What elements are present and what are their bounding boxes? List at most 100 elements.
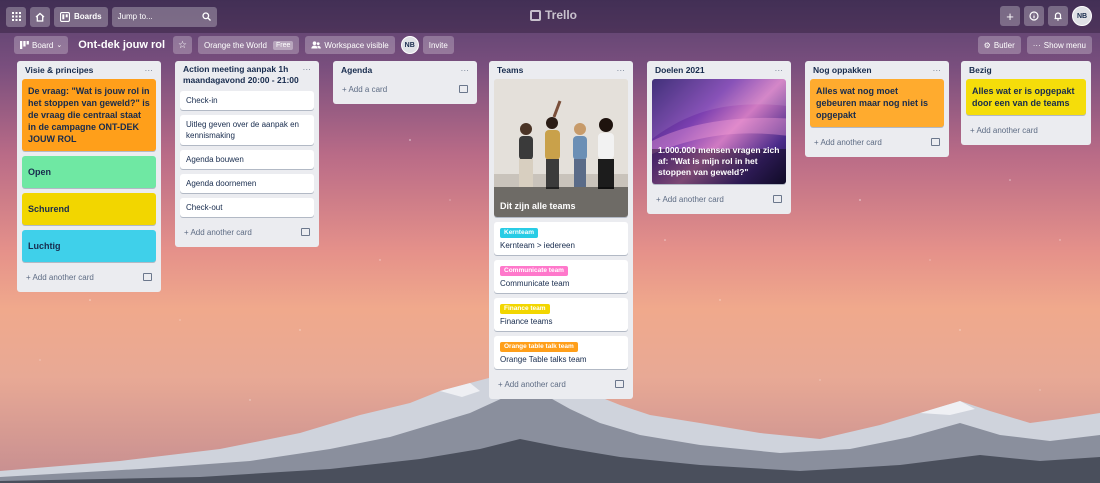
info-button[interactable] [1024,6,1044,26]
list-header[interactable]: Bezig [966,61,1086,79]
card-label: Orange table talk team [500,342,578,352]
list-card[interactable]: Finance team Finance teams [494,298,628,331]
list-card[interactable]: Schurend [22,193,156,225]
show-menu-button[interactable]: ··· Show menu [1026,36,1092,54]
list-header[interactable]: Action meeting aanpak 1h maandagavond 20… [180,61,314,91]
list-card[interactable]: Open [22,156,156,188]
board-title[interactable]: Ont-dek jouw rol [78,39,165,51]
board-view-switcher[interactable]: Board ⌄ [14,36,69,54]
list-card[interactable]: Check-in [180,91,314,110]
visibility-label: Workspace visible [324,40,389,50]
list-title: Nog oppakken [813,65,872,75]
home-button[interactable] [30,6,50,27]
card-label: Communicate team [500,266,568,276]
card-title: Open [28,167,52,177]
card-template-icon[interactable] [459,85,468,93]
star-icon: ☆ [178,39,187,51]
card-title: Finance teams [500,317,553,326]
cover-card[interactable]: Dit zijn alle teams [494,79,628,217]
card-title: Alles wat nog moet gebeuren maar nog nie… [816,86,929,120]
add-card-row[interactable]: + Add another card [22,267,156,287]
bell-icon [1054,12,1062,21]
add-card-row[interactable]: + Add another card [180,222,314,242]
list-card[interactable]: Agenda bouwen [180,150,314,169]
visibility-button[interactable]: Workspace visible [305,36,395,54]
list-card[interactable]: Check-out [180,198,314,217]
list-header[interactable]: Visie & principes ··· [22,61,156,79]
search-placeholder: Jump to... [117,12,153,21]
butler-label: Butler [993,40,1015,50]
list-header[interactable]: Nog oppakken ··· [810,61,944,79]
list-visie-principes: Visie & principes ··· De vraag: "Wat is … [17,61,161,292]
card-template-icon[interactable] [301,228,310,236]
invite-button[interactable]: Invite [422,36,454,54]
card-title: Alles wat er is opgepakt door een van de… [972,86,1075,108]
chevron-down-icon: ⌄ [56,42,63,49]
jump-to-search[interactable]: Jump to... [111,6,217,27]
member-initials: NB [404,41,415,49]
butler-button[interactable]: ⚙ Butler [977,36,1021,54]
plus-icon: + [1006,8,1014,24]
workspace-button[interactable]: Orange the World Free [197,36,300,54]
trello-logo-icon [530,9,541,21]
card-title: Agenda doornemen [186,179,257,188]
avatar-initials: NB [1076,12,1088,20]
card-template-icon[interactable] [615,380,624,388]
list-header[interactable]: Doelen 2021 ··· [652,61,786,79]
list-menu-icon[interactable]: ··· [933,65,942,75]
home-icon [35,12,45,22]
cover-card[interactable]: 1.000.000 mensen vragen zich af: "Wat is… [652,79,786,184]
invite-label: Invite [428,40,448,50]
card-template-icon[interactable] [931,138,940,146]
apps-grid-button[interactable] [6,6,26,27]
list-card[interactable]: Alles wat er is opgepakt door een van de… [966,79,1086,115]
topbar-right-actions: + NB [1000,6,1092,26]
grid-icon [11,12,21,21]
add-card-row[interactable]: + Add a card [338,79,472,99]
board-view-icon [20,41,29,49]
card-template-icon[interactable] [773,195,782,203]
list-menu-icon[interactable]: ··· [145,65,154,75]
boards-icon [60,11,70,22]
list-header[interactable]: Agenda ··· [338,61,472,79]
notifications-button[interactable] [1048,6,1068,26]
list-title: Doelen 2021 [655,65,705,75]
board-header-right: ⚙ Butler ··· Show menu [977,36,1092,54]
boards-label: Boards [74,12,102,21]
list-card[interactable]: Alles wat nog moet gebeuren maar nog nie… [810,79,944,127]
list-doelen-2021: Doelen 2021 ··· 1.000.000 mensen vragen … [647,61,791,214]
top-navigation-bar: Boards Jump to... Trello + NB [0,0,1100,33]
list-title: Teams [497,65,524,75]
card-template-icon[interactable] [143,273,152,281]
list-card[interactable]: Agenda doornemen [180,174,314,193]
create-button[interactable]: + [1000,6,1020,26]
list-card[interactable]: De vraag: "Wat is jouw rol in het stoppe… [22,79,156,151]
list-menu-icon[interactable]: ··· [461,65,470,75]
card-title: Orange Table talks team [500,355,587,364]
boards-button[interactable]: Boards [54,6,108,27]
list-card[interactable]: Orange table talk team Orange Table talk… [494,336,628,369]
list-menu-icon[interactable]: ··· [617,65,626,75]
workspace-plan-badge: Free [272,40,294,50]
search-icon [201,12,211,21]
user-avatar[interactable]: NB [1072,6,1092,26]
butler-icon: ⚙ [983,40,991,50]
board-member-avatar[interactable]: NB [400,36,419,54]
add-card-row[interactable]: + Add another card [966,120,1086,140]
list-header[interactable]: Teams ··· [494,61,628,79]
list-card[interactable]: Communicate team Communicate team [494,260,628,293]
more-icon: ··· [1032,40,1041,50]
card-title: Uitleg geven over de aanpak en kennismak… [186,120,299,140]
list-menu-icon[interactable]: ··· [775,65,784,75]
add-card-row[interactable]: + Add another card [652,189,786,209]
list-card[interactable]: Kernteam Kernteam > iedereen [494,222,628,255]
star-board-button[interactable]: ☆ [173,36,192,54]
trello-logo[interactable]: Trello [530,8,577,22]
info-icon [1029,11,1039,21]
list-card[interactable]: Luchtig [22,230,156,262]
add-card-row[interactable]: + Add another card [810,132,944,152]
list-card[interactable]: Uitleg geven over de aanpak en kennismak… [180,115,314,145]
list-menu-icon[interactable]: ··· [303,64,312,74]
add-card-row[interactable]: + Add another card [494,374,628,394]
logo-text: Trello [545,8,578,22]
